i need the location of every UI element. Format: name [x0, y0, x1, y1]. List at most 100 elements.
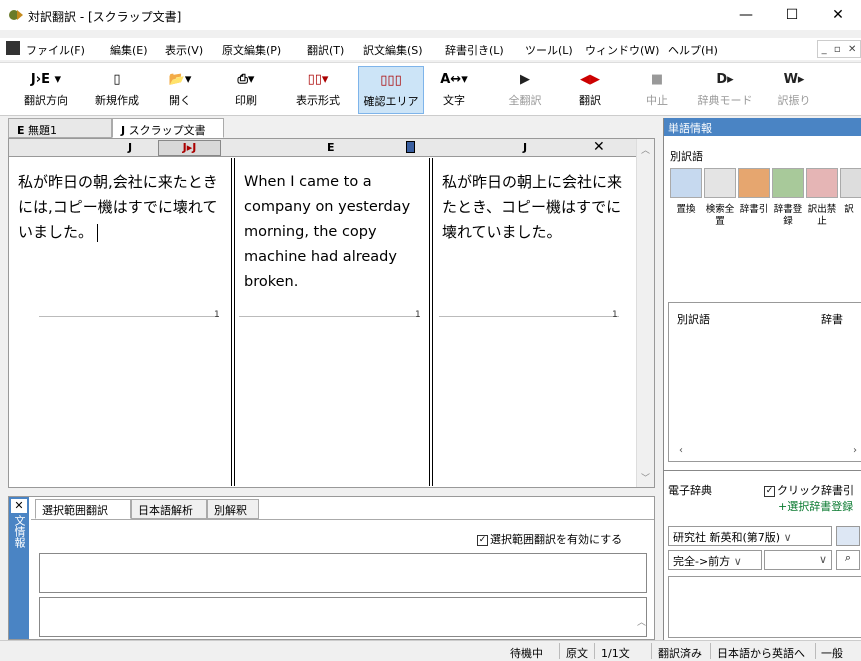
- word-assign-icon: W▸: [783, 71, 805, 87]
- click-lookup-label: クリック辞書引: [777, 484, 854, 497]
- menu-tools[interactable]: ツール(L): [525, 42, 573, 58]
- sentence-rule: [39, 316, 219, 317]
- dictionary-mode-button[interactable]: D▸ 辞典モード: [694, 66, 756, 114]
- dictionary-result-box[interactable]: [668, 576, 861, 638]
- sentence-number: 1: [612, 310, 618, 320]
- select-dictionary-link[interactable]: +選択辞書登録: [778, 498, 853, 514]
- text-size-button[interactable]: A↔▾ 文字: [436, 66, 472, 114]
- confirm-area-label: 確認エリア: [363, 95, 419, 108]
- replace-label: 置換: [676, 204, 696, 215]
- word-info-header: 単語情報: [664, 118, 861, 136]
- close-back-translation-icon[interactable]: ✕: [593, 139, 605, 155]
- direction-icon: J›E ▾: [30, 71, 62, 87]
- menu-edit[interactable]: 編集(E): [110, 42, 148, 58]
- scroll-up-icon[interactable]: ︿: [641, 143, 650, 156]
- word-assign-button[interactable]: W▸ 訳振り: [774, 66, 814, 114]
- replace-icon[interactable]: [670, 168, 702, 198]
- tab-scrap-document[interactable]: J スクラップ文書: [112, 118, 224, 138]
- close-button[interactable]: ✕: [815, 0, 861, 30]
- selection-result-box[interactable]: [39, 597, 647, 637]
- title-bar: 対訳翻訳 - [スクラップ文書] — ☐ ✕: [0, 0, 861, 30]
- scroll-up-icon[interactable]: ︿: [637, 615, 646, 628]
- scroll-right-icon[interactable]: ›: [853, 445, 857, 456]
- menu-window[interactable]: ウィンドウ(W): [585, 42, 659, 58]
- open-button[interactable]: 📂▾ 開く: [160, 66, 200, 114]
- alt-translation-list[interactable]: 別訳語 辞書 ‹ ›: [668, 302, 861, 462]
- tab-alternative[interactable]: 別解釈: [207, 499, 259, 519]
- source-text-cell[interactable]: 私が昨日の朝,会社に来たときには,コピー機はすでに壊れていました。: [9, 158, 231, 486]
- display-format-button[interactable]: ▯▯▾ 表示形式: [292, 66, 344, 114]
- binoculars-icon[interactable]: ⌕: [836, 550, 860, 570]
- dictionary-lookup-icon[interactable]: [738, 168, 770, 198]
- font-size-icon: A↔▾: [440, 71, 468, 87]
- maximize-button[interactable]: ☐: [769, 0, 815, 30]
- scroll-down-icon[interactable]: ﹀: [641, 471, 650, 484]
- tab-japanese-analysis[interactable]: 日本語解析: [131, 499, 207, 519]
- menu-translation-edit[interactable]: 訳文編集(S): [363, 42, 423, 58]
- search-replace-icon[interactable]: [704, 168, 736, 198]
- folder-open-icon: 📂▾: [168, 71, 192, 87]
- document-icon: [6, 41, 20, 55]
- more-tools-icon[interactable]: [840, 168, 861, 198]
- translation-text-cell[interactable]: When I came to a company on yesterday mo…: [235, 158, 429, 486]
- back-translation-toggle[interactable]: J▸J: [158, 140, 221, 156]
- menu-view[interactable]: 表示(V): [165, 42, 203, 58]
- toolbar: J›E ▾ 翻訳方向 ▯ 新規作成 📂▾ 開く ⎙▾ 印刷 ▯▯▾ 表示形式 ▯▯▯ 確認エ…: [0, 62, 861, 116]
- sentence-rule: [239, 316, 419, 317]
- stop-icon: ■: [650, 71, 664, 87]
- mdi-close-button[interactable]: ✕: [848, 44, 856, 55]
- scroll-left-icon[interactable]: ‹: [679, 445, 683, 456]
- sentence-info-sidebar: ✕ 文情報: [9, 497, 29, 639]
- menu-source-edit[interactable]: 原文編集(P): [222, 42, 281, 58]
- mdi-restore-button[interactable]: ▫: [834, 44, 841, 55]
- sentence-number: 1: [415, 310, 421, 320]
- click-lookup-checkbox[interactable]: ✓: [764, 485, 775, 497]
- translate-button[interactable]: ◀▶ 翻訳: [572, 66, 608, 114]
- match-mode-value: 完全->前方: [673, 555, 731, 568]
- menu-translate[interactable]: 翻訳(T): [307, 42, 344, 58]
- translate-all-button[interactable]: ▶ 全翻訳: [505, 66, 545, 114]
- lookup-word-input[interactable]: ∨: [764, 550, 832, 570]
- translation-direction-button[interactable]: J›E ▾ 翻訳方向: [22, 66, 70, 114]
- click-lookup-toggle[interactable]: ✓ クリック辞書引: [764, 482, 854, 498]
- selection-source-box[interactable]: [39, 553, 647, 593]
- enable-selection-translate[interactable]: ✓ 選択範囲翻訳を有効にする: [477, 531, 622, 547]
- match-mode-select[interactable]: 完全->前方 ∨: [668, 550, 762, 570]
- word-assign-label: 訳振り: [777, 94, 811, 107]
- translation-editor: J J▸J E J ✕ 私が昨日の朝,会社に来たときには,コピー機はすでに壊れて…: [8, 138, 655, 488]
- confirm-area-button[interactable]: ▯▯▯ 確認エリア: [358, 66, 424, 114]
- dictionary-select[interactable]: 研究社 新英和(第7版) ∨: [668, 526, 832, 546]
- menu-bar: ファイル(F) 編集(E) 表示(V) 原文編集(P) 翻訳(T) 訳文編集(S…: [0, 38, 861, 60]
- forbid-translation-icon[interactable]: [806, 168, 838, 198]
- translate-label: 翻訳: [579, 94, 601, 107]
- dictionary-mode-label: 辞典モード: [697, 94, 753, 107]
- minimize-button[interactable]: —: [723, 0, 769, 30]
- tab-divider: [31, 519, 654, 520]
- translation-column-header: E: [327, 141, 335, 154]
- stop-button[interactable]: ■ 中止: [642, 66, 672, 114]
- editor-scrollbar[interactable]: ︿ ﹀: [636, 139, 654, 487]
- status-source: 原文: [566, 647, 588, 660]
- dictionary-register-icon[interactable]: [772, 168, 804, 198]
- menu-dictionary[interactable]: 辞書引き(L): [445, 42, 504, 58]
- menu-file[interactable]: ファイル(F): [26, 42, 85, 58]
- enable-checkbox[interactable]: ✓: [477, 534, 488, 546]
- chevron-down-icon: ∨: [733, 555, 742, 568]
- mdi-minimize-button[interactable]: _: [822, 44, 827, 55]
- dictionary-book-icon[interactable]: [836, 526, 860, 546]
- tab-selection-translate[interactable]: 選択範囲翻訳: [35, 499, 131, 519]
- new-document-button[interactable]: ▯ 新規作成: [92, 66, 142, 114]
- tab-untitled[interactable]: E 無題1: [8, 118, 112, 138]
- more-tools-label: 訳: [844, 204, 854, 215]
- columns-icon: ▯▯▾: [307, 71, 329, 87]
- back-translation-cell[interactable]: 私が昨日の朝上に会社に来たとき、コピー機はすでに壊れていました。: [433, 158, 639, 486]
- menu-help[interactable]: ヘルプ(H): [668, 42, 718, 58]
- print-label: 印刷: [235, 94, 257, 107]
- tab-untitled-label: 無題1: [28, 124, 58, 137]
- tab-scrap-prefix: J: [121, 124, 126, 137]
- print-button[interactable]: ⎙▾ 印刷: [228, 66, 264, 114]
- new-document-label: 新規作成: [95, 94, 139, 107]
- enable-checkbox-label: 選択範囲翻訳を有効にする: [490, 533, 623, 546]
- chevron-down-icon: ∨: [818, 553, 827, 566]
- panel-close-icon[interactable]: ✕: [11, 499, 27, 513]
